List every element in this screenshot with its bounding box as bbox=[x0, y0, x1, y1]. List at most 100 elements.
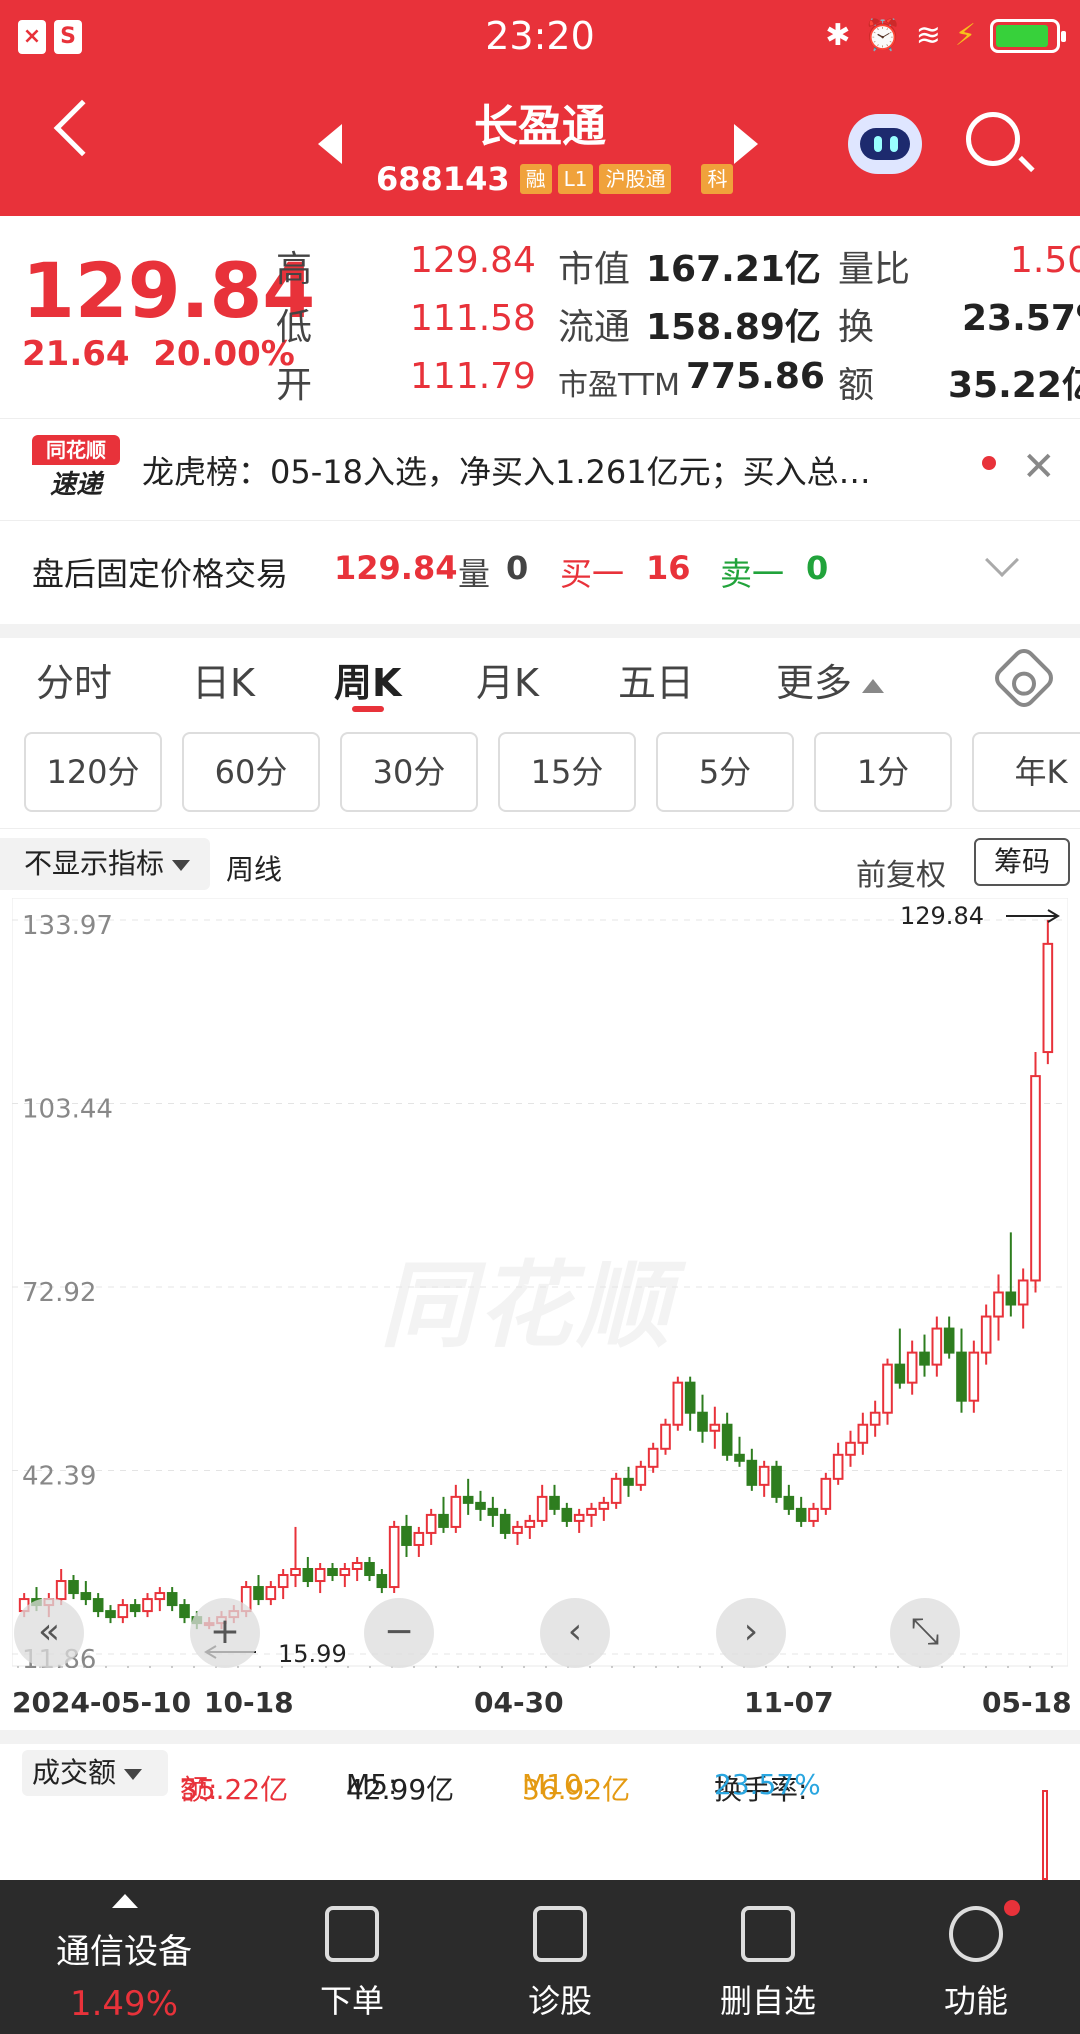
zoom-out-icon[interactable]: − bbox=[364, 1598, 434, 1668]
x-tick: 10-18 bbox=[204, 1686, 294, 1719]
candle-body bbox=[290, 1568, 301, 1577]
alarm-icon: ⏰ bbox=[864, 18, 902, 53]
diagnose-button[interactable]: 诊股 bbox=[456, 1880, 664, 2034]
tab-monthly-k[interactable]: 月K bbox=[476, 652, 539, 707]
quote-label: 低 bbox=[276, 307, 313, 348]
scroll-left-icon[interactable]: ‹ bbox=[540, 1598, 610, 1668]
quote-label: 额 bbox=[838, 365, 875, 406]
status-bar: × S 23:20 ✱ ⏰ ≋ ⚡ bbox=[0, 0, 1080, 72]
quote-value: 35.22亿 bbox=[948, 365, 1080, 406]
period-5min[interactable]: 5分 bbox=[656, 732, 794, 812]
candle-body bbox=[142, 1598, 153, 1613]
candle-body bbox=[80, 1592, 92, 1601]
candle-body bbox=[943, 1327, 955, 1354]
candle-body bbox=[635, 1465, 647, 1486]
diagnose-icon bbox=[533, 1906, 587, 1962]
quote-value: 158.89亿 bbox=[646, 307, 821, 348]
candle-body bbox=[894, 1363, 906, 1384]
candle-body bbox=[536, 1495, 548, 1522]
tab-weekly-k[interactable]: 周K bbox=[334, 652, 401, 707]
indicator-dropdown[interactable]: 不显示指标 bbox=[0, 838, 210, 890]
candle-body bbox=[512, 1525, 523, 1534]
quote-label: 市盈TTM bbox=[558, 368, 681, 403]
news-text[interactable]: 龙虎榜：05-18入选，净买入1.261亿元；买入总… bbox=[142, 447, 952, 493]
candle-body bbox=[253, 1586, 264, 1601]
candle-body bbox=[993, 1291, 1004, 1318]
candle-body bbox=[302, 1568, 314, 1583]
caret-up-icon bbox=[112, 1894, 138, 1908]
bottom-nav: 通信设备 1.49% 下单 诊股 删自选 功能 bbox=[0, 1880, 1080, 2034]
candle-body bbox=[598, 1501, 610, 1510]
quote-value: 23.57% bbox=[962, 298, 1080, 339]
fullscreen-icon[interactable]: ⤡ bbox=[890, 1598, 960, 1668]
candle-body bbox=[438, 1513, 449, 1528]
candle-body bbox=[105, 1610, 116, 1619]
candle-body bbox=[746, 1459, 758, 1486]
order-button[interactable]: 下单 bbox=[248, 1880, 456, 2034]
period-30min[interactable]: 30分 bbox=[340, 732, 478, 812]
next-stock-icon[interactable] bbox=[734, 124, 758, 164]
period-yearly-k[interactable]: 年K bbox=[972, 732, 1080, 812]
candle-body bbox=[1017, 1279, 1029, 1306]
tab-daily-k[interactable]: 日K bbox=[192, 652, 255, 707]
period-1min[interactable]: 1分 bbox=[814, 732, 952, 812]
candle-body bbox=[968, 1351, 980, 1402]
sell1-value: 0 bbox=[806, 549, 829, 587]
candle-body bbox=[487, 1507, 499, 1516]
line-type-label: 周线 bbox=[226, 853, 283, 886]
max-price-label: 129.84 bbox=[900, 902, 984, 930]
bluetooth-icon: ✱ bbox=[825, 18, 851, 53]
caret-down-icon bbox=[172, 859, 191, 871]
candle-body bbox=[573, 1513, 585, 1522]
candle-body bbox=[845, 1441, 856, 1456]
tab-intraday[interactable]: 分时 bbox=[36, 652, 112, 707]
rewind-icon[interactable]: « bbox=[14, 1598, 84, 1668]
quote-value: 111.79 bbox=[410, 356, 536, 397]
tab-five-day[interactable]: 五日 bbox=[618, 652, 694, 707]
close-icon[interactable]: ✕ bbox=[1022, 444, 1056, 490]
weekly-k-chart[interactable]: 133.97103.4472.9242.3911.86129.8415.99 bbox=[12, 898, 1068, 1668]
period-120min[interactable]: 120分 bbox=[24, 732, 162, 812]
last-price: 129.84 bbox=[22, 246, 316, 335]
candle-body bbox=[462, 1495, 474, 1504]
sell1-label: 卖一 bbox=[720, 555, 785, 593]
candle-body bbox=[672, 1381, 684, 1426]
adjust-toggle[interactable]: 前复权 bbox=[856, 850, 946, 894]
x-tick: 11-07 bbox=[744, 1686, 834, 1719]
search-icon[interactable] bbox=[966, 112, 1020, 166]
function-button[interactable]: 功能 bbox=[872, 1880, 1080, 2034]
candle-body bbox=[709, 1423, 721, 1432]
tag-connect: 沪股通 bbox=[599, 164, 672, 194]
scroll-right-icon[interactable]: › bbox=[716, 1598, 786, 1668]
buy1-value: 16 bbox=[646, 549, 691, 587]
assistant-robot-icon[interactable] bbox=[848, 114, 922, 174]
quote-panel: 129.84 21.64 20.00% 高 129.84 市值 167.21亿 … bbox=[0, 216, 1080, 416]
x-tick: 2024-05-10 bbox=[12, 1686, 192, 1719]
quote-label: 流通 bbox=[558, 307, 631, 348]
candle-body bbox=[376, 1574, 388, 1589]
quote-label: 开 bbox=[276, 365, 313, 406]
volume-header: 额: 35.22亿 M5: 42.99亿 M10: 36.92亿 换手率: 23.57% bbox=[180, 1768, 821, 1806]
candle-body bbox=[561, 1507, 573, 1522]
candle-body bbox=[117, 1604, 129, 1619]
zoom-in-icon[interactable]: + bbox=[190, 1598, 260, 1668]
x-tick: 05-18 bbox=[982, 1686, 1072, 1719]
sector-button[interactable]: 通信设备 1.49% bbox=[0, 1880, 248, 2034]
chip-distribution-button[interactable]: 筹码 bbox=[974, 838, 1070, 886]
quote-label: 量比 bbox=[838, 249, 911, 290]
menu-icon bbox=[949, 1906, 1003, 1962]
notification-dot bbox=[1004, 1900, 1020, 1916]
after-hours-row[interactable]: 盘后固定价格交易 129.84 量 0 买一 16 卖一 0 bbox=[0, 520, 1080, 616]
candle-body bbox=[314, 1568, 326, 1583]
candle-body bbox=[388, 1525, 400, 1589]
candle-body bbox=[783, 1495, 795, 1510]
candle-body bbox=[55, 1580, 67, 1601]
news-ticker[interactable]: 同花顺 速递 龙虎榜：05-18入选，净买入1.261亿元；买入总… bbox=[0, 418, 1080, 514]
tab-more[interactable]: 更多 bbox=[776, 652, 885, 707]
candle-body bbox=[351, 1561, 363, 1571]
buy1-label: 买一 bbox=[560, 555, 625, 593]
wifi-icon: ≋ bbox=[915, 18, 941, 53]
period-15min[interactable]: 15分 bbox=[498, 732, 636, 812]
remove-watchlist-button[interactable]: 删自选 bbox=[664, 1880, 872, 2034]
period-60min[interactable]: 60分 bbox=[182, 732, 320, 812]
